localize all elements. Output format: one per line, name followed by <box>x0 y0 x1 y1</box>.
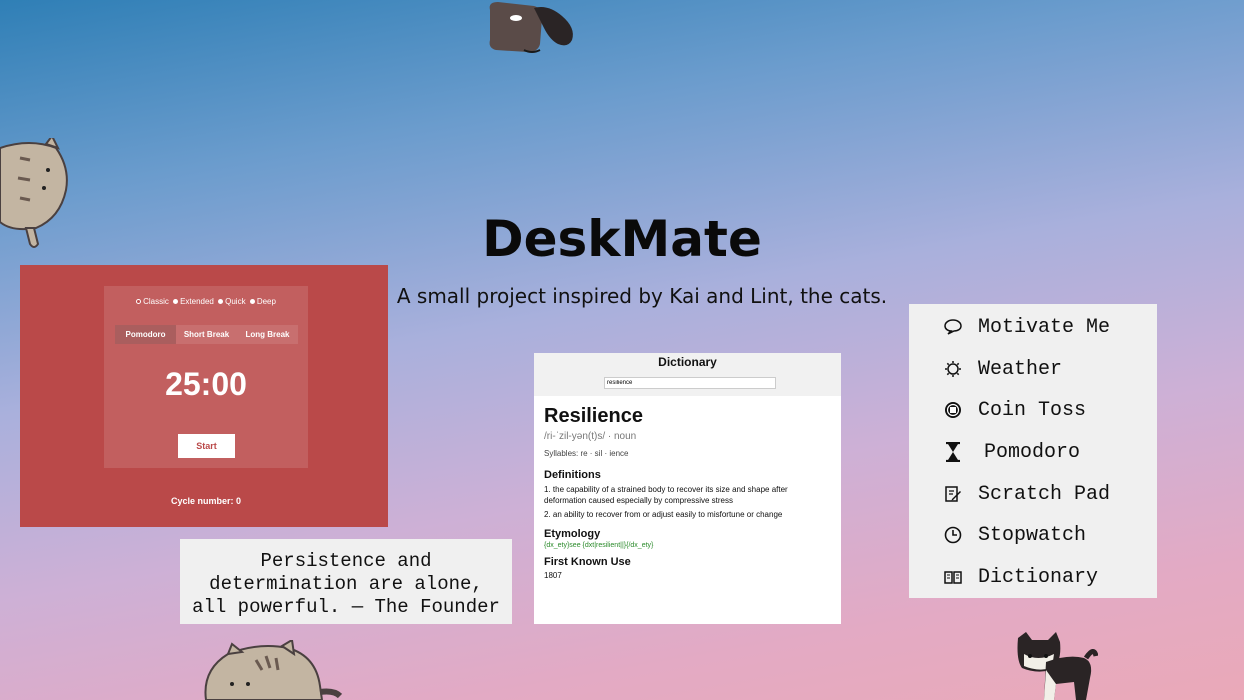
pomodoro-tabs: Pomodoro Short Break Long Break <box>115 325 298 344</box>
book-icon <box>943 567 963 587</box>
first-use-value: 1807 <box>544 571 562 580</box>
etymology-text: {dx_ety}see {dxt|resilient||}{/dx_ety} <box>544 542 654 549</box>
app-title: DeskMate <box>482 210 762 268</box>
entry-word: Resilience <box>544 405 643 427</box>
dictionary-search-input[interactable] <box>604 377 776 389</box>
radio-icon[interactable] <box>249 299 255 305</box>
etymology-heading: Etymology <box>544 528 601 540</box>
timer-display: 25:00 <box>165 366 247 402</box>
dictionary-widget: Dictionary Resilience /ri-ˈzil-yən(t)s/ … <box>534 353 841 624</box>
quote-line: all powerful. — The Founder <box>192 596 500 618</box>
quote-line: Persistence and <box>260 550 432 572</box>
edit-note-icon <box>943 484 963 504</box>
radio-icon[interactable] <box>218 299 224 305</box>
cat-bottom-right-icon <box>1017 632 1098 700</box>
menu-item-stopwatch[interactable]: Stopwatch <box>943 520 1086 550</box>
menu-item-dictionary[interactable]: Dictionary <box>943 562 1098 592</box>
menu-item-motivate-me[interactable]: Motivate Me <box>943 312 1110 342</box>
speech-bubble-icon <box>943 317 963 337</box>
pomodoro-widget: Classic Extended Quick Deep Pomodoro Sho… <box>20 265 388 527</box>
hourglass-icon <box>943 442 963 462</box>
tab-pomodoro[interactable]: Pomodoro <box>115 325 176 344</box>
clock-icon <box>943 525 963 545</box>
tab-short-break[interactable]: Short Break <box>176 325 237 344</box>
dictionary-result: Resilience /ri-ˈzil-yən(t)s/ · noun Syll… <box>544 405 834 580</box>
menu-item-scratch-pad[interactable]: Scratch Pad <box>943 479 1110 509</box>
entry-pronunciation: /ri-ˈzil-yən(t)s/ · noun <box>544 431 637 442</box>
preset-selector: Classic Extended Quick Deep <box>104 297 308 306</box>
dictionary-title: Dictionary <box>658 355 717 369</box>
definition-item: 1. the capability of a strained body to … <box>544 485 788 505</box>
radio-icon[interactable] <box>173 299 179 305</box>
start-button[interactable]: Start <box>178 434 235 458</box>
cycle-counter: Cycle number: 0 <box>170 496 242 506</box>
preset-quick[interactable]: Quick <box>218 297 246 306</box>
pomodoro-card: Classic Extended Quick Deep Pomodoro Sho… <box>104 286 308 468</box>
motivational-quote: Persistence and determination are alone,… <box>180 539 512 624</box>
first-use-heading: First Known Use <box>544 556 631 568</box>
entry-syllables: Syllables: re · sil · ience <box>544 449 629 458</box>
definitions-heading: Definitions <box>544 469 601 481</box>
cat-top-icon <box>489 2 573 53</box>
cat-bottom-left-icon <box>204 640 343 700</box>
cat-left-icon <box>0 138 68 248</box>
preset-deep[interactable]: Deep <box>249 297 276 306</box>
menu-item-pomodoro[interactable]: Pomodoro <box>943 437 1080 467</box>
menu-item-weather[interactable]: Weather <box>943 354 1062 384</box>
menu-item-coin-toss[interactable]: Coin Toss <box>943 395 1086 425</box>
radio-selected-icon[interactable] <box>136 299 142 305</box>
quote-line: determination are alone, <box>209 573 483 595</box>
definition-item: 2. an ability to recover from or adjust … <box>544 510 783 519</box>
sun-icon <box>943 359 963 379</box>
tab-long-break[interactable]: Long Break <box>237 325 298 344</box>
coin-icon <box>943 400 963 420</box>
tools-menu: Motivate Me Weather Coin Toss Pomodoro S… <box>909 304 1157 598</box>
preset-extended[interactable]: Extended <box>173 297 214 306</box>
preset-classic[interactable]: Classic <box>136 297 169 306</box>
